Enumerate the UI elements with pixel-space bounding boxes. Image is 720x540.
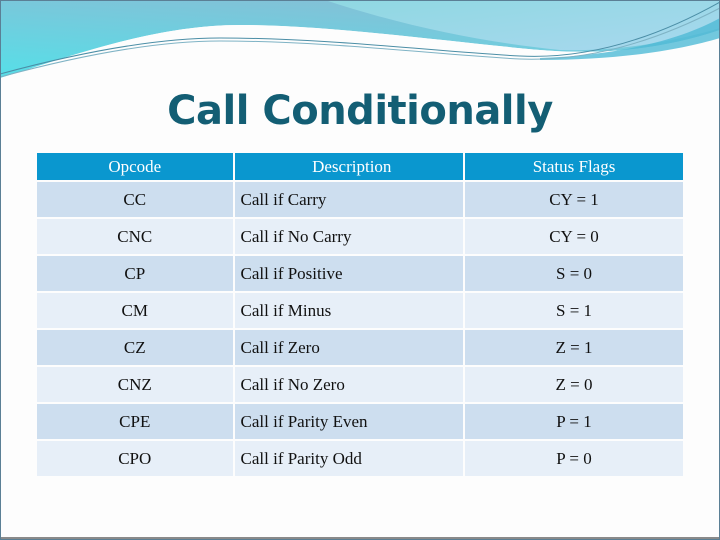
flags-cell: P = 0 (465, 441, 683, 476)
table-row: CPO Call if Parity Odd P = 0 (37, 441, 683, 476)
table-row: CNZ Call if No Zero Z = 0 (37, 367, 683, 402)
table-row: CZ Call if Zero Z = 1 (37, 330, 683, 365)
header-opcode: Opcode (37, 153, 233, 180)
opcode-cell: CP (37, 256, 233, 291)
flags-cell: CY = 0 (465, 219, 683, 254)
table-header-row: Opcode Description Status Flags (37, 153, 683, 180)
description-cell: Call if Carry (234, 182, 464, 217)
flags-cell: CY = 1 (465, 182, 683, 217)
description-cell: Call if No Carry (234, 219, 464, 254)
table-row: CM Call if Minus S = 1 (37, 293, 683, 328)
table-row: CP Call if Positive S = 0 (37, 256, 683, 291)
flags-cell: S = 0 (465, 256, 683, 291)
table-row: CC Call if Carry CY = 1 (37, 182, 683, 217)
opcode-cell: CZ (37, 330, 233, 365)
flags-cell: P = 1 (465, 404, 683, 439)
description-cell: Call if No Zero (234, 367, 464, 402)
opcode-cell: CNZ (37, 367, 233, 402)
opcode-cell: CC (37, 182, 233, 217)
description-cell: Call if Positive (234, 256, 464, 291)
flags-cell: S = 1 (465, 293, 683, 328)
description-cell: Call if Minus (234, 293, 464, 328)
opcode-cell: CPO (37, 441, 233, 476)
table-row: CNC Call if No Carry CY = 0 (37, 219, 683, 254)
description-cell: Call if Zero (234, 330, 464, 365)
table-row: CPE Call if Parity Even P = 1 (37, 404, 683, 439)
slide-title: Call Conditionally (167, 88, 553, 134)
header-description: Description (234, 153, 464, 180)
description-cell: Call if Parity Even (234, 404, 464, 439)
opcode-cell: CPE (37, 404, 233, 439)
description-cell: Call if Parity Odd (234, 441, 464, 476)
opcode-cell: CM (37, 293, 233, 328)
conditional-call-table: Opcode Description Status Flags CC Call … (35, 151, 685, 478)
flags-cell: Z = 0 (465, 367, 683, 402)
flags-cell: Z = 1 (465, 330, 683, 365)
opcode-cell: CNC (37, 219, 233, 254)
header-status-flags: Status Flags (465, 153, 683, 180)
